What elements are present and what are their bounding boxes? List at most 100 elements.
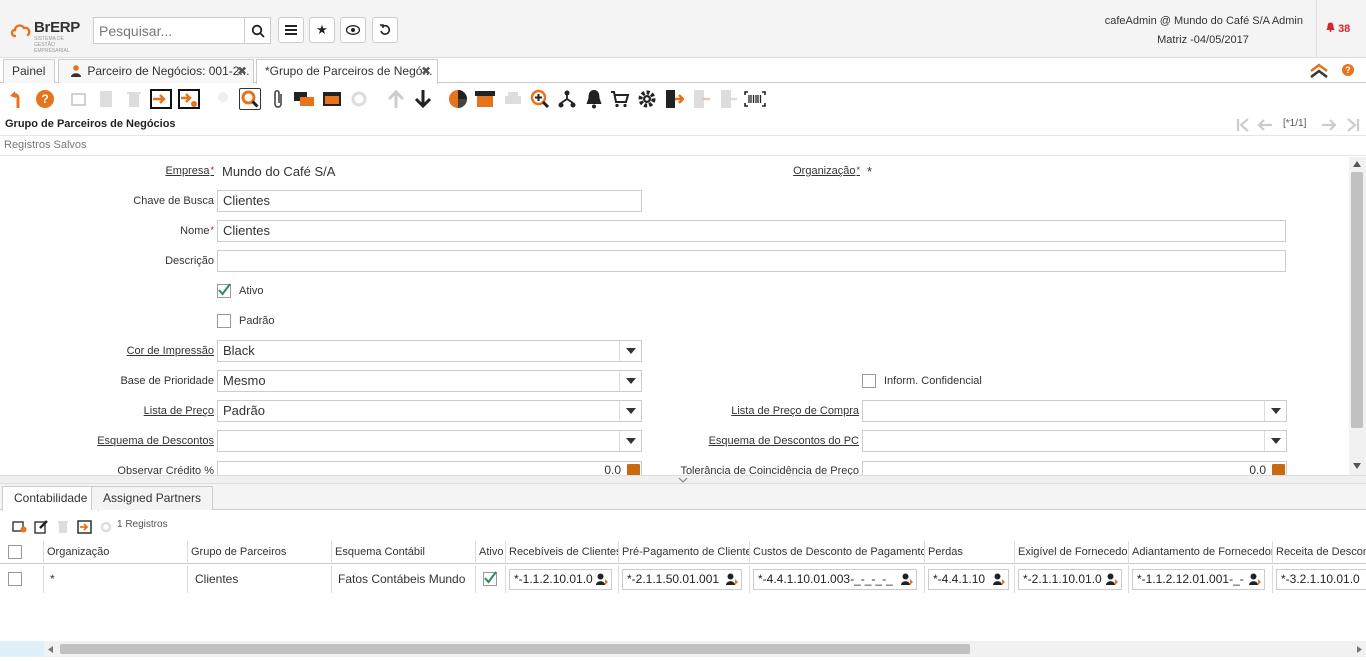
chevron-down-icon[interactable] <box>678 477 688 483</box>
cor-impressao-label[interactable]: Cor de Impressão <box>100 345 214 357</box>
empresa-label[interactable]: Empresa* <box>100 165 214 177</box>
column-header[interactable]: Receita de Descon <box>1273 541 1366 564</box>
settings-button[interactable] <box>636 88 658 110</box>
save-button[interactable] <box>150 88 172 110</box>
column-header[interactable]: Esquema Contábil <box>332 541 476 564</box>
padrao-checkbox[interactable] <box>217 314 231 328</box>
favorites-button[interactable]: ★ <box>309 17 335 43</box>
nome-input[interactable]: Clientes <box>217 220 1286 242</box>
account-input-adiantamento[interactable]: *-1.1.2.12.01.001-_- <box>1132 569 1265 590</box>
row-checkbox[interactable] <box>8 572 22 586</box>
account-input-perdas[interactable]: *-4.4.1.10 <box>928 569 1009 590</box>
cell-esquema[interactable]: Fatos Contábeis Mundo <box>332 565 476 593</box>
chevron-down-icon[interactable] <box>1264 431 1286 451</box>
column-header[interactable]: Organização <box>44 541 188 564</box>
refresh-button[interactable] <box>212 88 234 110</box>
account-lookup-icon[interactable] <box>1249 573 1262 586</box>
back-button[interactable] <box>7 88 29 110</box>
brerp-logo[interactable]: BrERP SISTEMA DE GESTÃO EMPRESARIAL <box>10 17 80 54</box>
column-header[interactable]: Exigível de Fornecedor <box>1015 541 1129 564</box>
esquema-descontos-select[interactable] <box>217 430 642 452</box>
select-all-checkbox[interactable] <box>8 545 22 559</box>
report-button[interactable] <box>321 88 343 110</box>
new-record-icon[interactable] <box>12 520 27 533</box>
account-lookup-icon[interactable] <box>993 573 1006 586</box>
organizacao-label[interactable]: Organização* <box>700 165 860 177</box>
exit-button[interactable] <box>663 88 685 110</box>
form-scrollbar-thumb[interactable] <box>1351 172 1363 428</box>
workflow-button[interactable] <box>556 88 578 110</box>
saved-records-bar[interactable]: Registros Salvos <box>0 135 1366 156</box>
account-input-receita[interactable]: *-3.2.1.10.01.0 <box>1276 569 1366 590</box>
close-icon[interactable]: ✖ <box>421 60 431 82</box>
collapse-up-icon[interactable] <box>1309 62 1329 78</box>
tab-painel[interactable]: Painel <box>3 59 55 83</box>
lista-preco-compra-select[interactable] <box>862 400 1287 422</box>
tab-parceiro-negocios[interactable]: Parceiro de Negócios: 001-2... ✖ <box>58 59 254 83</box>
column-header[interactable]: Ativo <box>476 541 506 564</box>
column-header[interactable]: Custos de Desconto de Pagamento <box>750 541 925 564</box>
lista-preco-compra-label[interactable]: Lista de Preço de Compra <box>660 405 859 417</box>
scroll-left-icon[interactable] <box>48 646 53 653</box>
next-record-icon[interactable] <box>1320 117 1338 133</box>
scroll-up-icon[interactable] <box>1353 161 1361 167</box>
esquema-descontos-pc-label[interactable]: Esquema de Descontos do PC <box>660 435 859 447</box>
next-button[interactable] <box>412 88 434 110</box>
menu-button[interactable] <box>278 17 304 43</box>
chevron-down-icon[interactable] <box>619 401 641 421</box>
confidencial-checkbox[interactable] <box>862 374 876 388</box>
column-header[interactable]: Pré-Pagamento de Cliente <box>619 541 750 564</box>
column-header[interactable]: Grupo de Parceiros <box>188 541 332 564</box>
cell-grupo[interactable]: Clientes <box>188 565 332 593</box>
tab-contabilidade[interactable]: Contabilidade <box>2 486 100 511</box>
find-button[interactable] <box>239 88 261 110</box>
cell-ativo[interactable] <box>476 565 506 593</box>
panel-splitter[interactable] <box>0 475 1366 484</box>
archive-box-button[interactable] <box>474 88 496 110</box>
print-button[interactable] <box>502 88 524 110</box>
account-lookup-icon[interactable] <box>1106 573 1119 586</box>
zoom-across-button[interactable] <box>529 88 551 110</box>
cart-button[interactable] <box>609 88 631 110</box>
esquema-descontos-pc-select[interactable] <box>862 430 1287 452</box>
delete-button[interactable] <box>123 88 145 110</box>
account-input-pre-pagamento[interactable]: *-2.1.1.50.01.001 <box>622 569 742 590</box>
grid-scrollbar-thumb[interactable] <box>60 644 970 654</box>
last-record-icon[interactable] <box>1346 117 1360 133</box>
account-input-recebiveis[interactable]: *-1.1.2.10.01.0 <box>509 569 612 590</box>
notice-button[interactable] <box>583 88 605 110</box>
row-select-cell[interactable] <box>0 565 44 593</box>
scroll-right-icon[interactable] <box>1357 646 1362 653</box>
new-record-button[interactable] <box>68 88 90 110</box>
ativo-checkbox[interactable] <box>217 283 231 298</box>
help-button[interactable]: ? <box>34 88 56 110</box>
chevron-down-icon[interactable] <box>619 431 641 451</box>
scroll-down-icon[interactable] <box>1353 463 1361 469</box>
descricao-input[interactable] <box>217 250 1286 272</box>
chevron-down-icon[interactable] <box>619 341 641 361</box>
esquema-descontos-label[interactable]: Esquema de Descontos <box>60 435 214 447</box>
import-button[interactable] <box>718 88 740 110</box>
account-input-custos-desconto[interactable]: *-4.4.1.10.01.003-_-_-_-_ <box>753 569 917 590</box>
column-header[interactable]: Perdas <box>925 541 1015 564</box>
tolerancia-input[interactable]: 0.0 <box>862 461 1287 475</box>
trash-icon[interactable] <box>57 520 69 533</box>
chevron-down-icon[interactable] <box>1264 401 1286 421</box>
chat-button[interactable] <box>293 88 315 110</box>
column-header[interactable]: Recebíveis de Clientes <box>506 541 619 564</box>
column-header[interactable]: Adiantamento de Fornecedor <box>1129 541 1273 564</box>
account-lookup-icon[interactable] <box>726 573 739 586</box>
account-input-exigivel[interactable]: *-2.1.1.10.01.0 <box>1018 569 1122 590</box>
lista-preco-select[interactable]: Padrão <box>217 400 642 422</box>
tab-grupo-parceiros[interactable]: *Grupo de Parceiros de Negó... ✖ <box>256 59 438 84</box>
observar-credito-input[interactable]: 0.0 <box>217 461 642 475</box>
previous-button[interactable] <box>385 88 407 110</box>
base-prioridade-select[interactable]: Mesmo <box>217 370 642 392</box>
account-lookup-icon[interactable] <box>596 573 609 586</box>
first-record-icon[interactable] <box>1236 117 1250 133</box>
save-icon[interactable] <box>77 520 92 534</box>
help-icon[interactable]: ? <box>1342 64 1354 76</box>
attachment-button[interactable] <box>267 88 289 110</box>
user-info[interactable]: cafeAdmin @ Mundo do Café S/A Admin Matr… <box>1090 12 1316 50</box>
history-button[interactable] <box>372 17 398 43</box>
